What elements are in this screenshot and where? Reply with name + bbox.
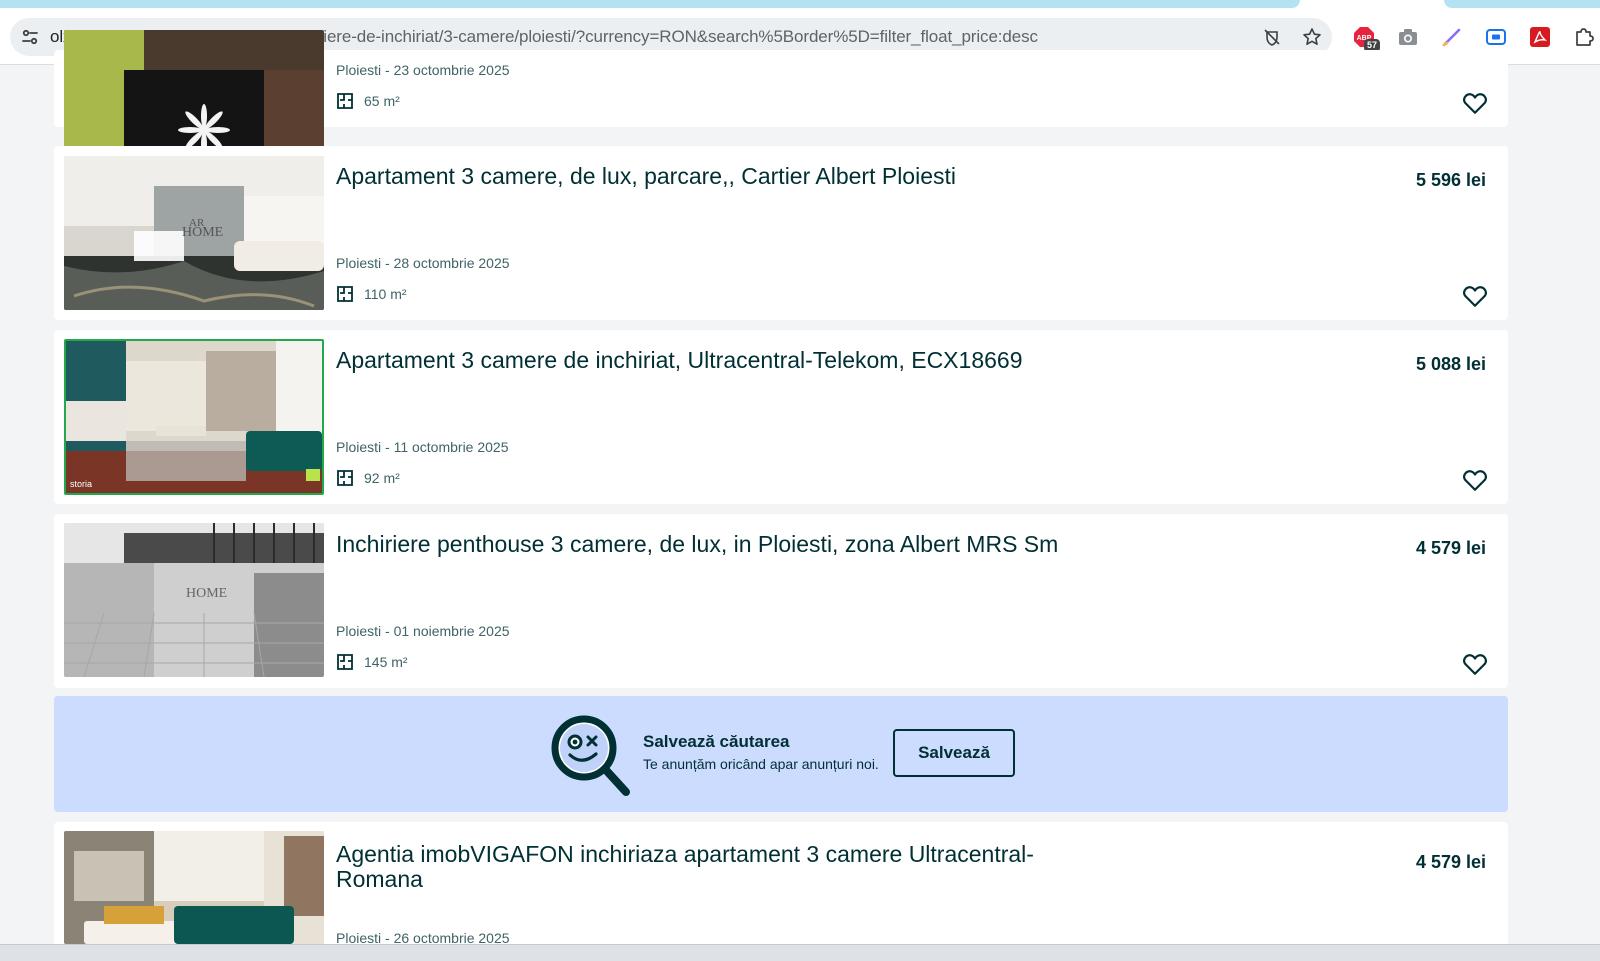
bottom-scrollbar[interactable]: [0, 944, 1600, 961]
listing-price: 5 088 lei: [1415, 354, 1486, 374]
listing-area: 145 m²: [336, 653, 408, 671]
listing-area: 92 m²: [336, 469, 400, 487]
save-search-title: Salvează căutarea: [643, 732, 790, 751]
tab-strip: [0, 0, 1600, 8]
favorite-heart-icon[interactable]: [1462, 467, 1488, 493]
listing-title[interactable]: Apartament 3 camere, de lux, parcare,, C…: [336, 164, 1096, 189]
floor-plan-icon: [337, 93, 353, 109]
favorite-heart-icon[interactable]: [1462, 90, 1488, 116]
floor-plan-icon: [337, 286, 353, 302]
listing-area: 65 m²: [336, 92, 400, 110]
listing-card[interactable]: Ploiesti - 23 octombrie 2025 65 m²: [54, 30, 1508, 162]
listing-area-value: 65 m²: [364, 93, 400, 109]
listing-price: 4 579 lei: [1415, 538, 1486, 558]
magnifier-mascot-icon: [551, 715, 630, 796]
listing-photo[interactable]: [64, 30, 324, 162]
listing-card[interactable]: Agentia imobVIGAFON inchiriaza apartamen…: [54, 822, 1508, 946]
photo-watermark: storia: [70, 479, 92, 489]
listing-title[interactable]: Agentia imobVIGAFON inchiriaza apartamen…: [336, 842, 1096, 892]
listing-title[interactable]: Apartament 3 camere de inchiriat, Ultrac…: [336, 348, 1096, 373]
svg-text:HOME: HOME: [186, 586, 227, 601]
listing-area-value: 145 m²: [364, 654, 408, 670]
listing-title[interactable]: Inchiriere penthouse 3 camere, de lux, i…: [336, 532, 1096, 557]
listing-price: 4 579 lei: [1415, 852, 1486, 872]
listing-photo[interactable]: [64, 831, 324, 944]
listing-card[interactable]: HOME Inchiriere penthouse 3 camere, de l…: [54, 514, 1508, 688]
listing-location-date: Ploiesti - 11 octombrie 2025: [336, 439, 509, 455]
listing-area-value: 110 m²: [364, 286, 407, 302]
listing-photo[interactable]: storia: [64, 339, 324, 495]
floor-plan-icon: [337, 654, 353, 670]
listing-card[interactable]: storia Apartament 3 camere de inchiriat,…: [54, 330, 1508, 504]
save-search-banner: Salvează căutarea Te anunțăm oricând apa…: [54, 696, 1508, 812]
save-search-button[interactable]: Salvează: [893, 729, 1015, 777]
listing-photo[interactable]: AR HOME: [64, 156, 324, 310]
listing-photo[interactable]: HOME: [64, 523, 324, 677]
favorite-heart-icon[interactable]: [1462, 651, 1488, 677]
tab-edge[interactable]: [1444, 0, 1600, 8]
save-search-subtitle: Te anunțăm oricând apar anunțuri noi.: [643, 756, 879, 772]
site-info-icon[interactable]: [10, 18, 50, 56]
listing-location-date: Ploiesti - 01 noiembrie 2025: [336, 623, 510, 639]
listing-location-date: Ploiesti - 28 octombrie 2025: [336, 255, 510, 271]
favorite-heart-icon[interactable]: [1462, 283, 1488, 309]
pdf-icon[interactable]: [1518, 18, 1562, 56]
extensions-puzzle-icon[interactable]: [1562, 18, 1600, 56]
svg-text:HOME: HOME: [182, 225, 223, 240]
listing-card[interactable]: AR HOME Apartament 3 camere, de lux, par…: [54, 146, 1508, 320]
listing-location-date: Ploiesti - 23 octombrie 2025: [336, 62, 510, 78]
listing-area: 110 m²: [336, 285, 407, 303]
listing-area-value: 92 m²: [364, 470, 400, 486]
listing-price: 5 596 lei: [1415, 170, 1486, 190]
active-tab-edge[interactable]: [0, 0, 1300, 8]
floor-plan-icon: [337, 470, 353, 486]
